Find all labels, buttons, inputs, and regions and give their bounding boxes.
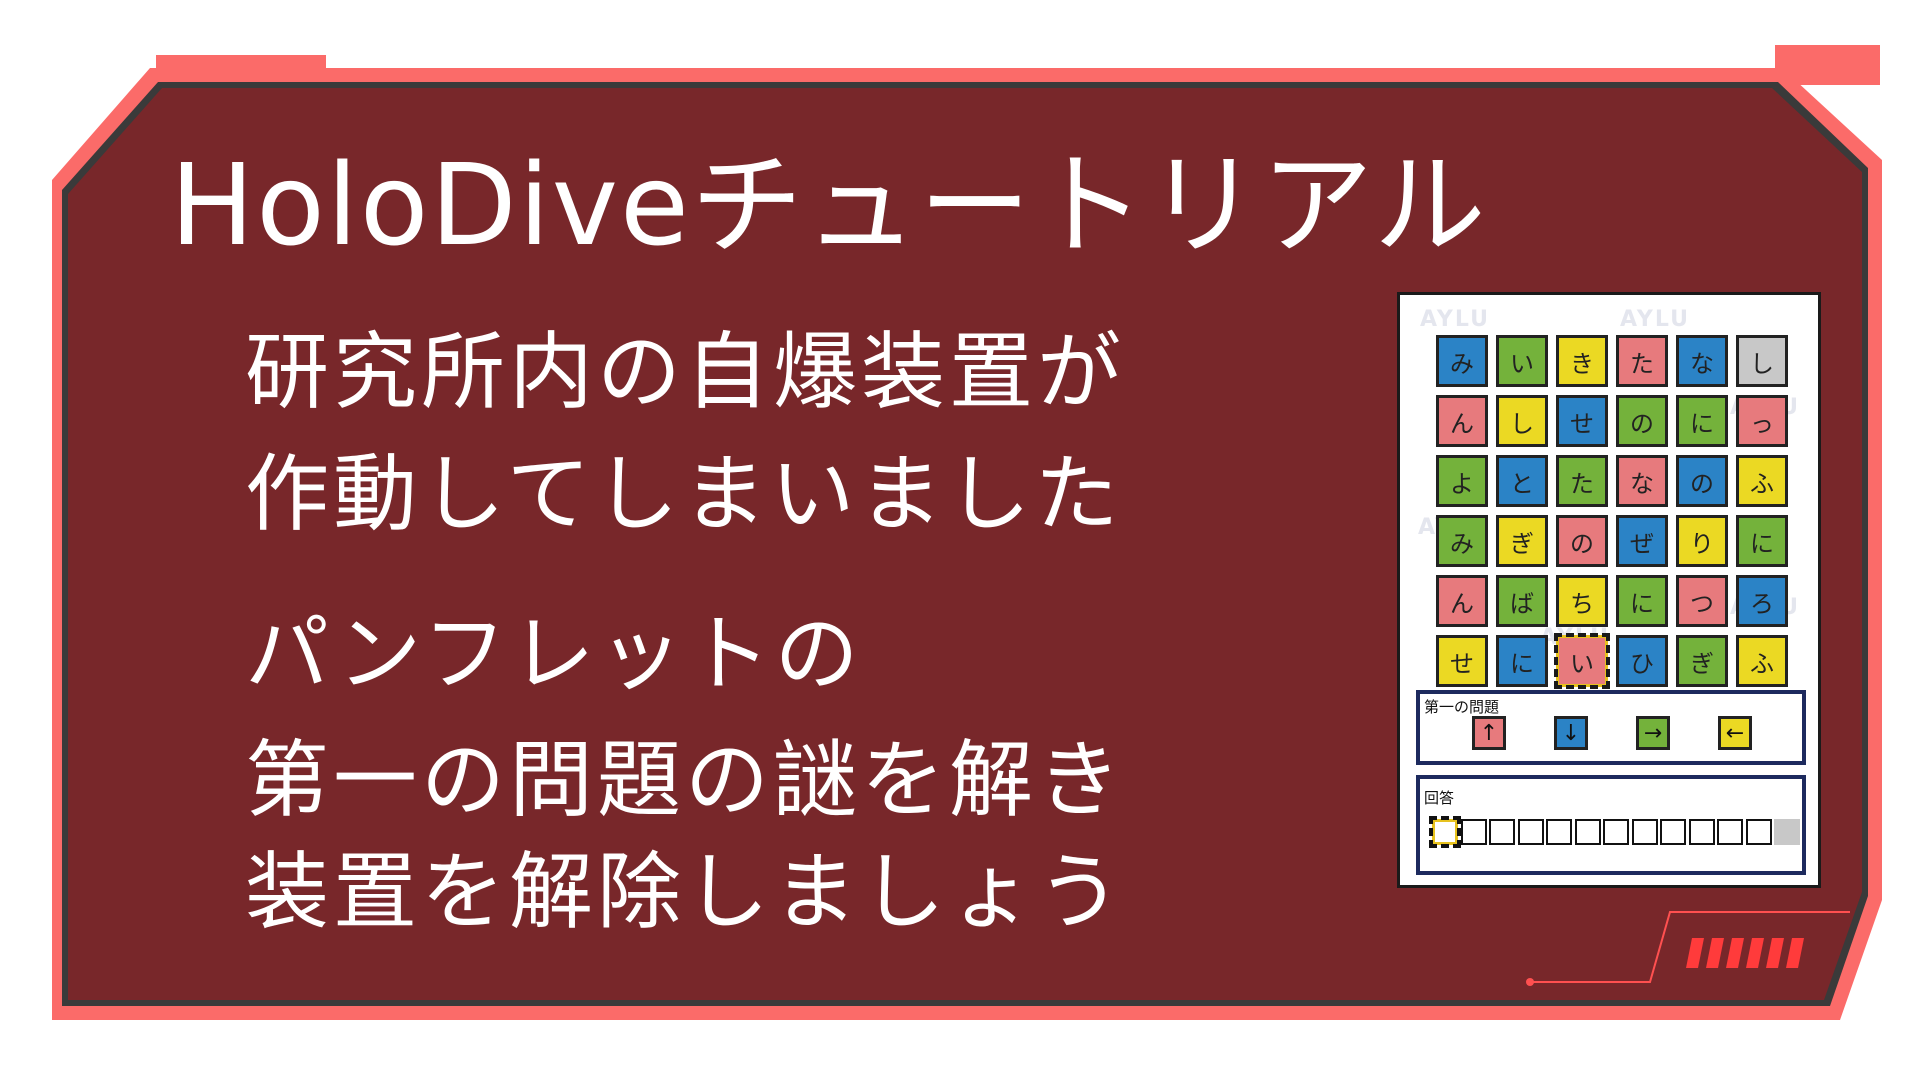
grid-cell[interactable]: ん [1436,395,1488,447]
watermark-text: AYLU [1620,307,1690,332]
answer-slot[interactable] [1489,819,1515,845]
grid-cell[interactable]: み [1436,515,1488,567]
grid-cell[interactable]: た [1556,455,1608,507]
grid-cell[interactable]: り [1676,515,1728,567]
grid-cell[interactable]: ふ [1736,635,1788,687]
grid-cell[interactable]: な [1616,455,1668,507]
arrow-hint: ↓ [1554,716,1588,750]
grid-cell[interactable]: の [1676,455,1728,507]
grid-cell[interactable]: に [1616,575,1668,627]
grid-cell[interactable]: の [1616,395,1668,447]
answer-slot[interactable] [1660,819,1686,845]
answer-slot[interactable] [1574,819,1601,845]
grid-cell[interactable]: に [1736,515,1788,567]
frame-tab-right [1775,45,1880,85]
pamphlet-puzzle: AYLUAYLUAYLUAYLUAYLUAYLU みいきたなしんしせのにっよとた… [1397,292,1821,888]
message-line-4: 第一の問題の謎を解き [245,731,1126,829]
grid-cell[interactable]: ば [1496,575,1548,627]
grid-cell[interactable]: ふ [1736,455,1788,507]
question-box: 第一の問題 ↑ ↓ → ← [1416,690,1806,765]
answer-slot[interactable] [1631,819,1658,845]
grid-cell[interactable]: と [1496,455,1548,507]
grid-cell[interactable]: っ [1736,395,1788,447]
grid-cell[interactable]: き [1556,335,1608,387]
grid-cell[interactable]: ん [1436,575,1488,627]
answer-slot[interactable] [1745,819,1772,845]
grid-cell[interactable]: せ [1436,635,1488,687]
grid-cell[interactable]: い [1496,335,1548,387]
answer-slot[interactable] [1688,819,1715,845]
grid-cell[interactable]: の [1556,515,1608,567]
grid-cell[interactable]: ぎ [1496,515,1548,567]
watermark-text: AYLU [1420,307,1490,332]
grid-cell[interactable]: し [1496,395,1548,447]
grid-cell[interactable]: ぜ [1616,515,1668,567]
answer-slot[interactable] [1517,819,1544,845]
grid-cell[interactable]: ろ [1736,575,1788,627]
arrow-hint: ← [1718,716,1752,750]
grid-cell[interactable]: み [1436,335,1488,387]
answer-slot[interactable] [1460,819,1487,845]
message-line-2: 作動してしまいました [245,445,1123,543]
message-line-5: 装置を解除しましょう [245,843,1126,941]
tutorial-title: HoloDiveチュートリアル [170,141,1488,271]
arrow-hint: → [1636,716,1670,750]
grid-cell[interactable]: ひ [1616,635,1668,687]
question-label: 第一の問題 [1424,698,1500,716]
answer-slot[interactable] [1429,816,1461,848]
message-line-1: 研究所内の自爆装置が [245,323,1126,421]
grid-cell-selected[interactable]: い [1554,633,1610,689]
answer-slot[interactable] [1774,819,1800,845]
grid-cell[interactable]: ぎ [1676,635,1728,687]
grid-cell[interactable]: な [1676,335,1728,387]
answer-slot[interactable] [1603,819,1629,845]
answer-slot[interactable] [1546,819,1572,845]
grid-cell[interactable]: よ [1436,455,1488,507]
message-line-3: パンフレットの [245,605,863,703]
grid-cell[interactable]: に [1676,395,1728,447]
grid-cell[interactable]: ち [1556,575,1608,627]
answer-label: 回答 [1424,789,1455,807]
grid-cell[interactable]: つ [1676,575,1728,627]
answer-box: 回答 [1416,775,1806,875]
grid-cell[interactable]: た [1616,335,1668,387]
frame-tab-left [156,55,326,85]
grid-cell[interactable]: に [1496,635,1548,687]
arrow-hint: ↑ [1472,716,1506,750]
grid-cell[interactable]: し [1736,335,1788,387]
decor-dot [1526,978,1534,986]
grid-cell[interactable]: せ [1556,395,1608,447]
answer-slot[interactable] [1717,819,1743,845]
